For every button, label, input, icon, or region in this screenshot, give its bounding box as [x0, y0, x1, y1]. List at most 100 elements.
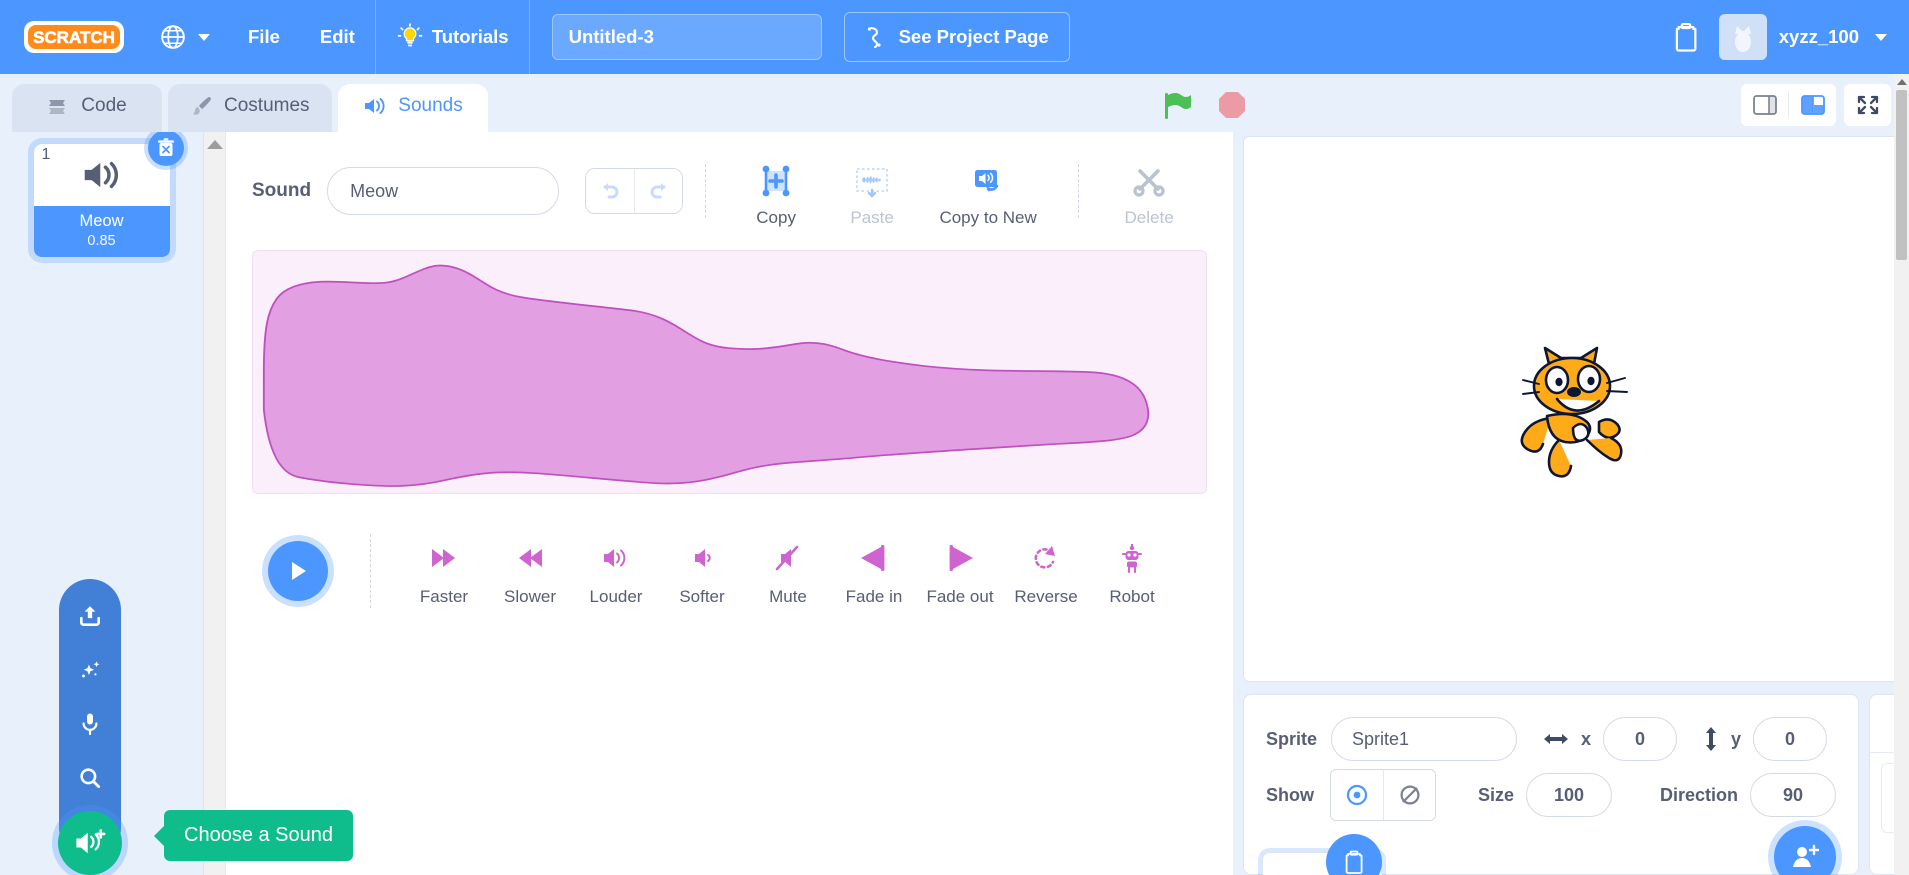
- toolbar-divider-2: [1078, 164, 1080, 218]
- effect-fade-out-label: Fade out: [926, 587, 994, 606]
- menu-file[interactable]: File: [228, 0, 300, 74]
- menubar-right: xyzz_100: [1671, 14, 1895, 60]
- speaker-icon: [84, 161, 118, 189]
- effect-fade-out[interactable]: Fade out: [917, 535, 1003, 607]
- sprite-info-row-1: Sprite Sprite1 x 0 y 0: [1266, 711, 1836, 767]
- add-sound-icon: [76, 829, 106, 854]
- stage-size-controls: [1741, 84, 1891, 126]
- effect-slower[interactable]: Slower: [487, 535, 573, 607]
- faster-icon: [432, 549, 455, 567]
- scissors-icon: [1133, 168, 1165, 197]
- paste-icon: [856, 167, 888, 198]
- toolbar-divider-1: [705, 164, 707, 218]
- sound-name-input[interactable]: [327, 167, 560, 215]
- louder-icon-wrap: [573, 535, 659, 581]
- slower-icon: [519, 549, 542, 567]
- menu-edit[interactable]: Edit: [300, 0, 375, 74]
- horizontal-arrows-icon: [1544, 734, 1569, 744]
- stage-bottom-row: Sprite Sprite1 x 0 y 0 Show Size 100 Dir…: [1243, 694, 1909, 875]
- paintbrush-icon: [193, 97, 211, 115]
- code-blocks-icon: [49, 100, 66, 114]
- stage-layout-group: [1741, 84, 1836, 126]
- stop-sign-icon[interactable]: [1216, 89, 1248, 121]
- see-project-page-button[interactable]: See Project Page: [843, 12, 1070, 62]
- my-stuff-folder-icon: [1345, 850, 1363, 874]
- sound-item-length: 0.85: [87, 233, 116, 249]
- small-stage-button[interactable]: [1741, 84, 1788, 126]
- undo-button[interactable]: [586, 169, 635, 213]
- fullscreen-button[interactable]: [1844, 84, 1891, 126]
- undo-icon: [603, 183, 619, 199]
- direction-input[interactable]: 90: [1750, 773, 1837, 817]
- show-off-button[interactable]: [1383, 770, 1435, 820]
- scratch-logo[interactable]: SCRATCH: [22, 15, 126, 59]
- y-label: y: [1731, 728, 1742, 749]
- sound-index: 1: [41, 146, 51, 163]
- y-position-input[interactable]: 0: [1753, 717, 1828, 761]
- effect-robot[interactable]: Robot: [1089, 535, 1175, 607]
- page-scrollbar[interactable]: [1894, 74, 1909, 875]
- copy-icon-wrap: [728, 155, 824, 201]
- paste-button[interactable]: Paste: [824, 155, 920, 228]
- sprite-name-input[interactable]: Sprite1: [1331, 717, 1518, 761]
- menu-tutorials[interactable]: Tutorials: [376, 0, 529, 74]
- delete-selection-button[interactable]: Delete: [1101, 155, 1197, 228]
- editor-scroll-gutter[interactable]: [204, 132, 226, 875]
- size-label: Size: [1478, 784, 1515, 805]
- globe-icon: [161, 25, 185, 49]
- surprise-sound-button[interactable]: [59, 643, 121, 697]
- waveform-display[interactable]: [252, 250, 1207, 494]
- choose-a-sound-button[interactable]: [58, 811, 122, 875]
- scroll-up-arrow-icon[interactable]: [206, 140, 223, 149]
- upload-sound-button[interactable]: [59, 589, 121, 643]
- language-selector[interactable]: [142, 0, 228, 74]
- sound-effects-row: Faster Slower Louder Softer Mute Fade in…: [252, 534, 1207, 608]
- tooltip-label: Choose a Sound: [184, 824, 334, 846]
- x-position-input[interactable]: 0: [1603, 717, 1678, 761]
- tab-code[interactable]: Code: [12, 84, 162, 132]
- scrollbar-up-button[interactable]: [1894, 74, 1909, 89]
- add-sprite-button[interactable]: [1774, 826, 1837, 875]
- effect-mute[interactable]: Mute: [745, 535, 831, 607]
- stage[interactable]: [1243, 136, 1899, 682]
- tab-costumes[interactable]: Costumes: [168, 84, 332, 132]
- show-on-button[interactable]: [1331, 770, 1383, 820]
- record-sound-button[interactable]: [59, 697, 121, 751]
- tab-sounds-label: Sounds: [398, 95, 463, 116]
- menu-tutorials-label: Tutorials: [431, 26, 509, 47]
- sound-item-name: Meow: [79, 212, 124, 230]
- delete-sound-button[interactable]: [147, 130, 184, 166]
- paste-label: Paste: [850, 207, 894, 227]
- my-stuff-folder-icon[interactable]: [1671, 21, 1701, 53]
- play-sound-button[interactable]: [268, 541, 328, 601]
- effect-fade-in[interactable]: Fade in: [831, 535, 917, 607]
- robot-icon: [1122, 544, 1142, 573]
- stage-column: Sprite Sprite1 x 0 y 0 Show Size 100 Dir…: [1233, 132, 1909, 875]
- effect-reverse[interactable]: Reverse: [1003, 535, 1089, 607]
- copy-button[interactable]: Copy: [728, 155, 824, 228]
- effect-louder-label: Louder: [589, 587, 643, 606]
- add-sound-stack: [58, 579, 122, 875]
- tab-sounds[interactable]: Sounds: [337, 84, 488, 132]
- effect-softer[interactable]: Softer: [659, 535, 745, 607]
- show-label: Show: [1266, 784, 1314, 805]
- menu-edit-label: Edit: [319, 26, 355, 47]
- scrollbar-thumb[interactable]: [1896, 90, 1907, 260]
- account-menu[interactable]: xyzz_100: [1718, 14, 1887, 60]
- effect-louder[interactable]: Louder: [573, 535, 659, 607]
- redo-button[interactable]: [634, 169, 683, 213]
- project-title-input[interactable]: Untitled-3: [551, 14, 822, 60]
- play-icon: [292, 562, 306, 580]
- effect-faster[interactable]: Faster: [401, 535, 487, 607]
- copy-to-new-button[interactable]: Copy to New: [920, 155, 1056, 228]
- large-stage-button[interactable]: [1789, 84, 1836, 126]
- size-input[interactable]: 100: [1526, 773, 1613, 817]
- sound-list-item[interactable]: 1 Meow 0.85: [33, 130, 184, 257]
- add-sprite-icon: [1793, 844, 1820, 867]
- choose-sound-search-button[interactable]: [59, 751, 121, 805]
- account-username: xyzz_100: [1778, 26, 1859, 47]
- sound-editor-toolbar: Sound Meow Copy Paste Copy to New Delete: [252, 154, 1207, 228]
- scissors-icon-wrap: [1101, 155, 1197, 201]
- green-flag-icon[interactable]: [1160, 88, 1194, 122]
- sprite-thumb-overlay: [1326, 834, 1382, 875]
